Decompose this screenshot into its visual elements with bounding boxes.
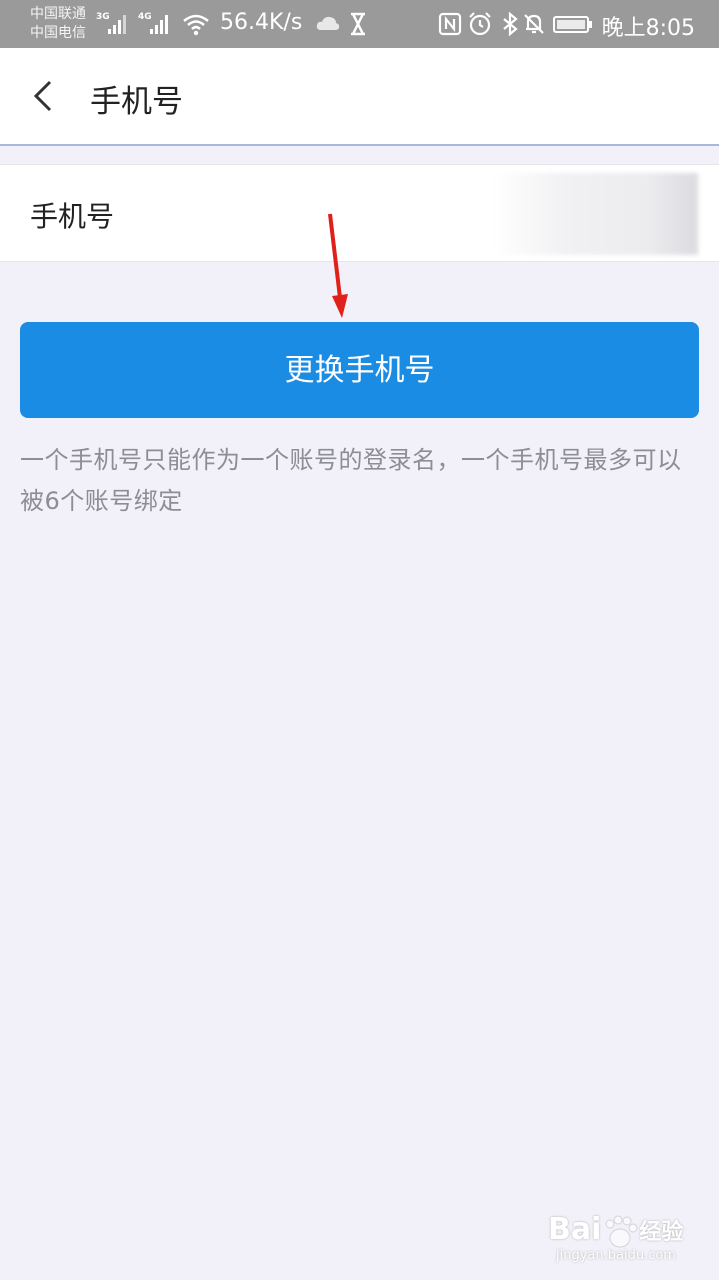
- status-time: 晚上8:05: [601, 16, 695, 41]
- battery-icon: [553, 16, 592, 33]
- watermark-brand-latin: Bai: [548, 1212, 602, 1247]
- hourglass-icon: [351, 12, 365, 36]
- chevron-left-icon[interactable]: [26, 78, 62, 114]
- nfc-icon: [438, 12, 462, 36]
- alarm-icon: [469, 12, 491, 36]
- phone-number-value-redacted: [494, 173, 698, 255]
- app-header: 手机号: [0, 48, 719, 146]
- watermark-brand: Bai 经验: [548, 1212, 683, 1247]
- net-speed: 56.4K/s: [220, 10, 303, 35]
- status-bar: 中国联通 中国电信 3G 4G 56.4K/s 晚上8:05: [0, 0, 719, 48]
- watermark-domain: jingyan.baidu.com: [556, 1248, 676, 1263]
- arrow-down-icon: [328, 213, 348, 318]
- phone-number-label: 手机号: [30, 200, 115, 233]
- page-title: 手机号: [90, 84, 183, 120]
- signal-icon: [150, 14, 170, 34]
- carrier-1: 中国联通: [30, 6, 86, 22]
- watermark-brand-cn: 经验: [639, 1220, 684, 1245]
- signal-icon: [108, 14, 128, 34]
- cloud-icon: [316, 16, 340, 30]
- carrier-info: 中国联通 中国电信: [30, 5, 86, 43]
- wifi-icon: [183, 14, 209, 36]
- mute-icon: [524, 14, 544, 34]
- carrier-2: 中国电信: [30, 25, 86, 41]
- change-phone-button[interactable]: 更换手机号: [20, 322, 699, 418]
- binding-note: 一个手机号只能作为一个账号的登录名，一个手机号最多可以被6个账号绑定: [20, 446, 682, 515]
